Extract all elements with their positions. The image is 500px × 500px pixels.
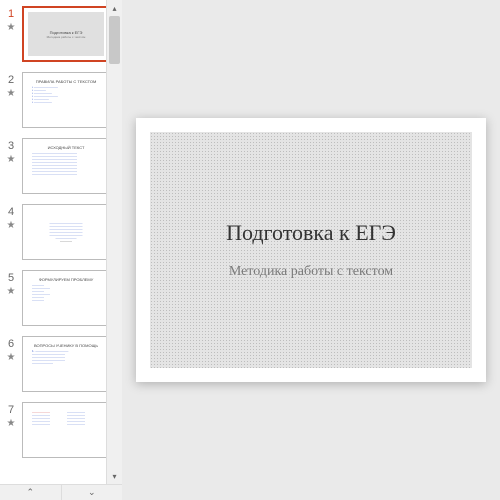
- slide-number: 6: [8, 338, 14, 350]
- star-icon[interactable]: ★: [7, 418, 16, 429]
- thumbnail-preview[interactable]: ФОРМУЛИРУЕМ ПРОБЛЕМУ ———————————————————…: [22, 270, 110, 326]
- thumb-body: ————————————————————————————————————————…: [29, 220, 103, 245]
- thumbnail-slide-3[interactable]: 3 ★ ИСХОДНЫЙ ТЕКСТ —————————————————————…: [0, 136, 121, 202]
- thumbnail-scrollbar[interactable]: ▴ ▾: [106, 0, 122, 484]
- thumbnail-preview[interactable]: ИСХОДНЫЙ ТЕКСТ —————————————————————————…: [22, 138, 110, 194]
- nav-next-icon[interactable]: ⌄: [61, 485, 123, 500]
- nav-prev-icon[interactable]: ⌃: [0, 485, 61, 500]
- scrollbar-thumb[interactable]: [109, 16, 120, 64]
- star-icon[interactable]: ★: [7, 88, 16, 99]
- thumbnail-slide-1[interactable]: 1 ★ Подготовка к ЕГЭ Методика работы с т…: [0, 4, 121, 70]
- scrollbar-track[interactable]: [107, 16, 122, 468]
- star-icon[interactable]: ★: [7, 220, 16, 231]
- slide-number: 2: [8, 74, 14, 86]
- thumbnail-preview[interactable]: ————————————————————————————————————————…: [22, 204, 110, 260]
- slide-number: 1: [8, 8, 14, 20]
- thumb-body: ————————————————————————————————————————…: [29, 409, 103, 428]
- thumbnail-nav-buttons: ⌃ ⌄: [0, 484, 122, 500]
- thumbnail-preview[interactable]: Подготовка к ЕГЭ Методика работы с текст…: [22, 6, 110, 62]
- thumbnail-preview[interactable]: ВОПРОСЫ УЧЕНИКУ В ПОМОЩЬ 1. ————————————…: [22, 336, 110, 392]
- slide-number: 3: [8, 140, 14, 152]
- current-slide[interactable]: Подготовка к ЕГЭ Методика работы с текст…: [136, 118, 486, 382]
- thumb-body: 1. —————————————————————————————————————…: [29, 348, 103, 367]
- thumb-body: • ————————• ————• ——————• ————————• ————…: [29, 84, 103, 106]
- star-icon[interactable]: ★: [7, 352, 16, 363]
- scroll-up-icon[interactable]: ▴: [107, 0, 122, 16]
- thumb-body: ————————————————————————————: [29, 282, 103, 304]
- thumbnail-preview[interactable]: ————————————————————————————————————————…: [22, 402, 110, 458]
- thumbnail-slide-7[interactable]: 7 ★ ————————————————————————————————————…: [0, 400, 121, 466]
- thumbnail-list: 1 ★ Подготовка к ЕГЭ Методика работы с т…: [0, 0, 121, 500]
- thumbnail-preview[interactable]: ПРАВИЛА РАБОТЫ С ТЕКСТОМ • ————————• ———…: [22, 72, 110, 128]
- star-icon[interactable]: ★: [7, 22, 16, 33]
- slide-title-text[interactable]: Подготовка к ЕГЭ: [226, 220, 396, 246]
- slide-subtitle-text[interactable]: Методика работы с текстом: [229, 264, 393, 280]
- slide-editor-area[interactable]: Подготовка к ЕГЭ Методика работы с текст…: [122, 0, 500, 500]
- thumbnail-slide-2[interactable]: 2 ★ ПРАВИЛА РАБОТЫ С ТЕКСТОМ • ————————•…: [0, 70, 121, 136]
- thumb-sub: Методика работы с текстом: [47, 35, 86, 39]
- thumbnail-slide-6[interactable]: 6 ★ ВОПРОСЫ УЧЕНИКУ В ПОМОЩЬ 1. ————————…: [0, 334, 121, 400]
- slide-number: 7: [8, 404, 14, 416]
- slide-thumbnail-panel: 1 ★ Подготовка к ЕГЭ Методика работы с т…: [0, 0, 122, 500]
- star-icon[interactable]: ★: [7, 154, 16, 165]
- slide-number: 5: [8, 272, 14, 284]
- thumb-body: ————————————————————————————————————————…: [29, 150, 103, 178]
- star-icon[interactable]: ★: [7, 286, 16, 297]
- thumbnail-slide-5[interactable]: 5 ★ ФОРМУЛИРУЕМ ПРОБЛЕМУ ———————————————…: [0, 268, 121, 334]
- thumbnail-slide-4[interactable]: 4 ★ ————————————————————————————————————…: [0, 202, 121, 268]
- scroll-down-icon[interactable]: ▾: [107, 468, 122, 484]
- slide-number: 4: [8, 206, 14, 218]
